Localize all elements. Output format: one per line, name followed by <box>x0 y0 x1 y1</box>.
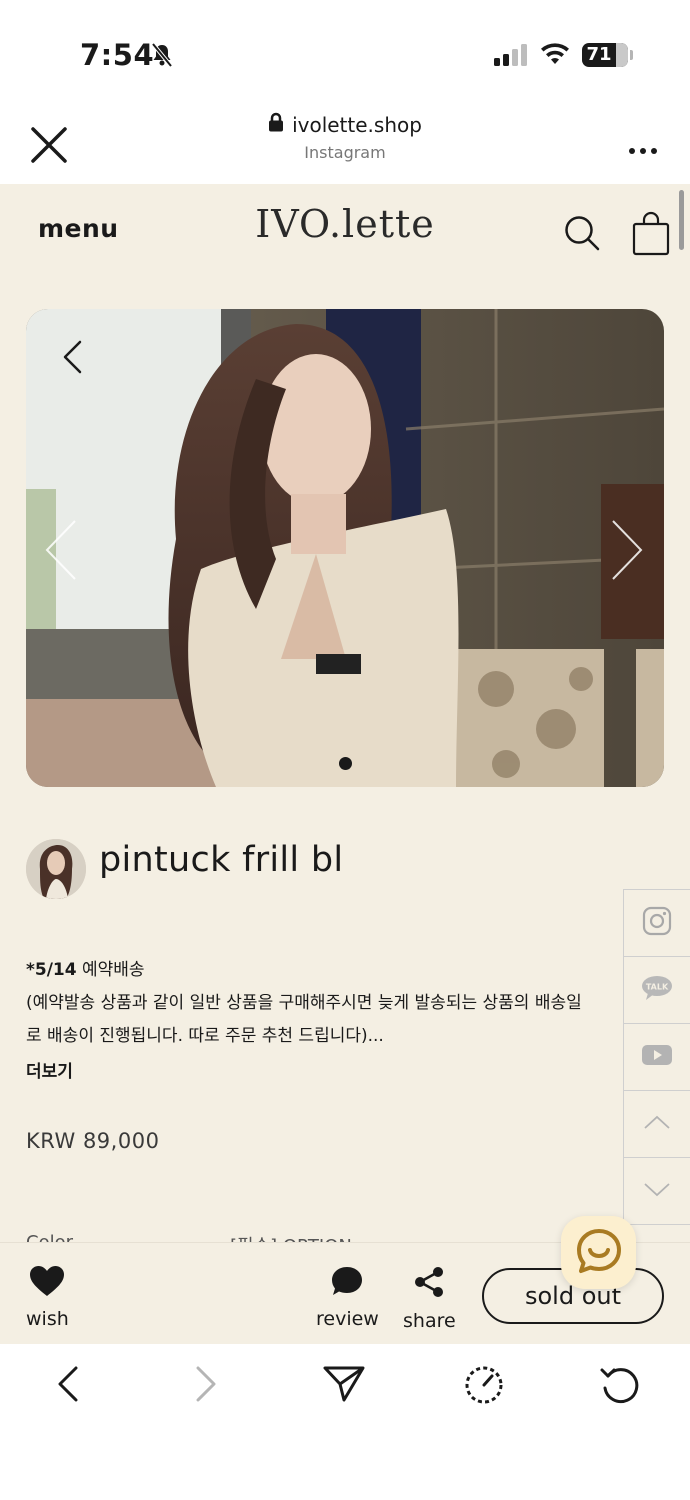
chevron-up-icon <box>643 1114 671 1134</box>
wifi-icon <box>540 42 570 70</box>
forward-icon[interactable] <box>192 1364 220 1408</box>
reload-icon[interactable] <box>598 1364 642 1410</box>
instagram-icon <box>642 906 672 940</box>
browser-header: ivolette.shop Instagram <box>0 100 690 184</box>
rail-kakao-talk[interactable]: TALK <box>624 957 690 1024</box>
wish-button[interactable]: wish <box>26 1265 69 1330</box>
lock-icon <box>268 112 284 137</box>
youtube-icon <box>641 1043 673 1071</box>
browser-toolbar <box>0 1344 690 1500</box>
kakao-talk-icon: TALK <box>640 975 674 1005</box>
kakao-talk-label: TALK <box>646 983 669 992</box>
bag-icon[interactable] <box>632 210 670 260</box>
share-button[interactable]: share <box>403 1265 456 1332</box>
slide-next-icon[interactable] <box>610 519 644 585</box>
url-bar[interactable]: ivolette.shop Instagram <box>0 112 690 162</box>
url-text: ivolette.shop <box>292 112 422 137</box>
url-source: Instagram <box>304 143 386 162</box>
product-price: KRW 89,000 <box>26 1129 160 1153</box>
chat-smile-icon <box>576 1228 622 1278</box>
search-icon[interactable] <box>563 214 601 256</box>
chat-bubble-icon <box>330 1267 364 1302</box>
review-button[interactable]: review <box>316 1265 379 1330</box>
side-rail: TALK <box>623 889 690 1225</box>
rail-scroll-down[interactable] <box>624 1158 690 1225</box>
chat-button[interactable] <box>561 1216 636 1289</box>
slide-prev-icon[interactable] <box>44 519 78 585</box>
product-title: pintuck frill bl <box>99 840 344 880</box>
bell-slash-icon <box>150 42 174 72</box>
rail-scroll-up[interactable] <box>624 1091 690 1158</box>
avatar[interactable] <box>26 839 86 899</box>
more-link[interactable]: 더보기 <box>26 1057 73 1082</box>
product-image[interactable] <box>26 309 664 787</box>
web-page: menu IVO.lette pintuck frill bl *5/14 예약… <box>0 184 690 1344</box>
status-bar: 7:54 71 <box>0 0 690 100</box>
rail-youtube[interactable] <box>624 1024 690 1091</box>
timer-icon[interactable] <box>462 1364 506 1410</box>
chevron-left-icon[interactable] <box>60 339 84 379</box>
chevron-down-icon <box>643 1182 671 1202</box>
back-icon[interactable] <box>54 1364 82 1408</box>
more-icon[interactable] <box>628 140 658 159</box>
clock: 7:54 <box>80 38 155 72</box>
signal-icon <box>494 44 528 70</box>
heart-icon <box>29 1266 65 1302</box>
product-description: *5/14 예약배송 (예약발송 상품과 같이 일반 상품을 구매해주시면 늦게… <box>26 960 582 1046</box>
share-icon <box>412 1267 446 1304</box>
slide-indicator[interactable] <box>339 757 352 770</box>
battery-indicator: 71 <box>582 43 628 67</box>
rail-instagram[interactable] <box>624 890 690 957</box>
send-icon[interactable] <box>322 1364 366 1408</box>
